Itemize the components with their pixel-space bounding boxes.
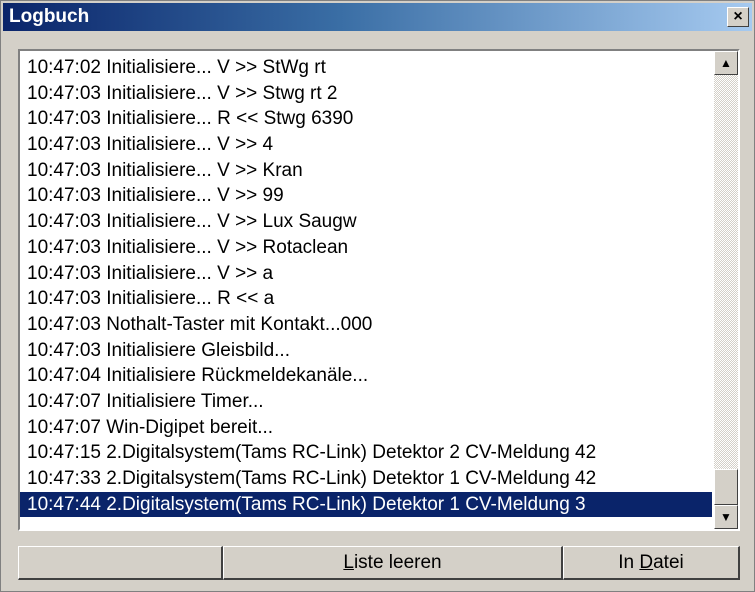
log-entry[interactable]: 10:47:07 Initialisiere Timer... (20, 389, 712, 415)
scroll-down-button[interactable]: ▼ (714, 505, 738, 529)
log-entry[interactable]: 10:47:03 Initialisiere... V >> Lux Saugw (20, 209, 712, 235)
window-title: Logbuch (9, 6, 90, 27)
scroll-up-button[interactable]: ▲ (714, 51, 738, 75)
logbuch-window: Logbuch × 10:47:02 Initialisiere... V >>… (0, 0, 755, 592)
button-bar: Liste leeren In Datei (18, 546, 740, 580)
log-entry[interactable]: 10:47:03 Initialisiere... V >> 99 (20, 183, 712, 209)
log-entry[interactable]: 10:47:03 Initialisiere... V >> Stwg rt 2 (20, 81, 712, 107)
log-entry[interactable]: 10:47:03 Initialisiere... R << a (20, 286, 712, 312)
close-button[interactable]: × (727, 7, 749, 27)
clear-list-button[interactable]: Liste leeren (223, 546, 563, 580)
log-entry[interactable]: 10:47:04 Initialisiere Rückmeldekanäle..… (20, 363, 712, 389)
blank-button[interactable] (18, 546, 223, 580)
log-entry[interactable]: 10:47:03 Initialisiere... V >> Rotaclean (20, 235, 712, 261)
log-listbox[interactable]: 10:47:02 Initialisiere... V >> StWg rt 10… (18, 49, 740, 531)
log-entry[interactable]: 10:47:03 Initialisiere... V >> a (20, 261, 712, 287)
save-to-file-mnemonic: D (639, 552, 654, 573)
log-entry[interactable]: 10:47:03 Nothalt-Taster mit Kontakt...00… (20, 312, 712, 338)
clear-list-mnemonic: L (343, 552, 354, 573)
vertical-scrollbar[interactable]: ▲ ▼ (714, 51, 738, 529)
log-entry[interactable]: 10:47:44 2.Digitalsystem(Tams RC-Link) D… (20, 491, 712, 518)
title-bar[interactable]: Logbuch × (3, 3, 752, 31)
save-to-file-label: atei (653, 552, 684, 573)
log-entry[interactable]: 10:47:03 Initialisiere Gleisbild... (20, 338, 712, 364)
save-to-file-prefix: In (618, 552, 640, 573)
log-entry[interactable]: 10:47:03 Initialisiere... R << Stwg 6390 (20, 106, 712, 132)
log-entry[interactable]: 10:47:03 Initialisiere... V >> 4 (20, 132, 712, 158)
log-entry[interactable]: 10:47:03 Initialisiere... V >> Kran (20, 158, 712, 184)
scroll-thumb[interactable] (714, 469, 738, 505)
save-to-file-button[interactable]: In Datei (563, 546, 740, 580)
log-entry[interactable]: 10:47:33 2.Digitalsystem(Tams RC-Link) D… (20, 466, 712, 492)
log-entry[interactable]: 10:47:07 Win-Digipet bereit... (20, 415, 712, 441)
log-entry[interactable]: 10:47:15 2.Digitalsystem(Tams RC-Link) D… (20, 440, 712, 466)
log-entry[interactable]: 10:47:02 Initialisiere... V >> StWg rt (20, 55, 712, 81)
clear-list-label: iste leeren (353, 552, 442, 573)
log-list: 10:47:02 Initialisiere... V >> StWg rt 10… (20, 55, 712, 518)
